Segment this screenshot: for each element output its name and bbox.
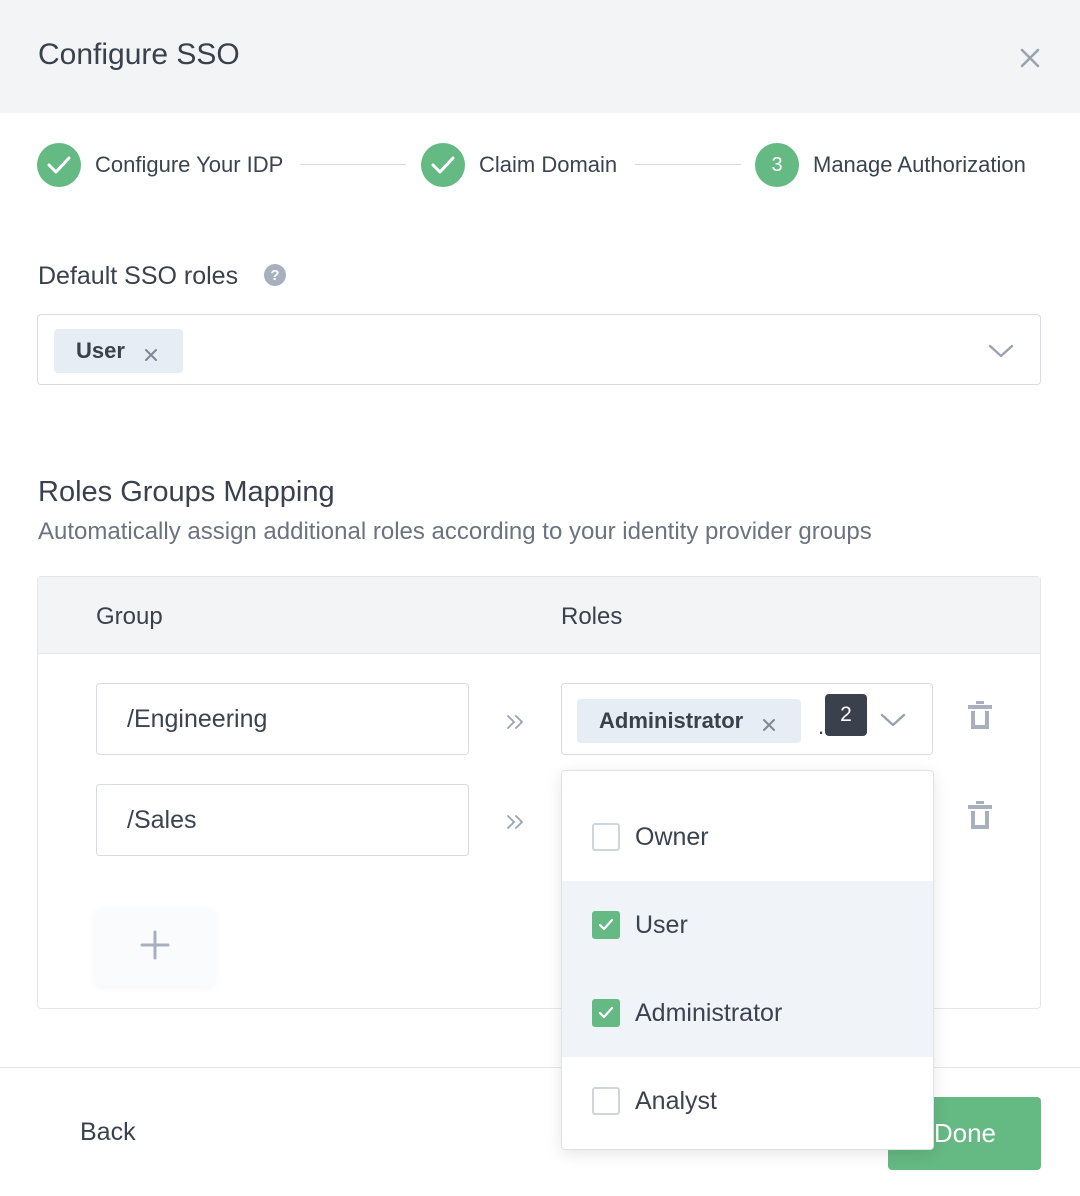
double-chevron-right-icon xyxy=(505,713,527,731)
dropdown-option-owner[interactable]: Owner xyxy=(562,793,933,881)
help-icon[interactable]: ? xyxy=(264,264,286,286)
chevron-down-icon[interactable] xyxy=(988,343,1014,359)
column-group: Group xyxy=(96,603,163,630)
dropdown-option-user[interactable]: User xyxy=(562,881,933,969)
step-manage-authorization: 3 Manage Authorization xyxy=(755,142,1026,188)
role-chip: Administrator xyxy=(577,699,802,743)
option-label: Owner xyxy=(635,822,709,851)
remove-chip-icon[interactable] xyxy=(143,343,159,361)
step-configure-idp: Configure Your IDP xyxy=(37,142,283,188)
checkbox-checked[interactable] xyxy=(592,911,620,939)
step-connector xyxy=(635,164,741,165)
double-chevron-right-icon xyxy=(505,813,527,831)
back-button[interactable]: Back xyxy=(80,1118,136,1147)
dropdown-option-analyst[interactable]: Analyst xyxy=(562,1057,933,1145)
checkbox-checked[interactable] xyxy=(592,999,620,1027)
step-label: Claim Domain xyxy=(479,152,618,177)
plus-icon xyxy=(139,929,171,966)
remove-chip-icon[interactable] xyxy=(761,713,777,731)
roles-dropdown-menu: Owner User Administrator Analyst xyxy=(561,770,934,1150)
roles-select[interactable]: Administrator xyxy=(561,683,933,755)
table-header: Group Roles xyxy=(38,577,1040,654)
option-label: Analyst xyxy=(635,1086,717,1115)
step-claim-domain: Claim Domain xyxy=(421,142,617,188)
group-input[interactable] xyxy=(96,784,469,856)
option-label: Administrator xyxy=(635,998,783,1027)
step-label: Manage Authorization xyxy=(813,152,1026,177)
role-chip: User xyxy=(54,329,183,373)
chevron-down-icon[interactable] xyxy=(880,712,906,728)
trash-icon[interactable] xyxy=(967,700,993,730)
mapping-subtitle: Automatically assign additional roles ac… xyxy=(38,518,872,545)
group-input[interactable] xyxy=(96,683,469,755)
more-count-badge: 2 xyxy=(825,694,867,736)
step-label: Configure Your IDP xyxy=(95,152,284,177)
add-mapping-button[interactable] xyxy=(94,908,216,986)
step-connector xyxy=(300,164,406,165)
check-icon xyxy=(421,143,465,187)
mapping-title: Roles Groups Mapping xyxy=(38,476,335,508)
trash-icon[interactable] xyxy=(967,800,993,830)
checkbox[interactable] xyxy=(592,1087,620,1115)
modal-header: Configure SSO xyxy=(0,0,1080,113)
close-icon[interactable] xyxy=(1014,42,1046,74)
default-roles-select[interactable]: User xyxy=(37,314,1041,385)
modal-title: Configure SSO xyxy=(38,38,240,71)
checkbox[interactable] xyxy=(592,823,620,851)
default-sso-roles-label: Default SSO roles xyxy=(38,262,239,290)
check-icon xyxy=(37,143,81,187)
dropdown-option-administrator[interactable]: Administrator xyxy=(562,969,933,1057)
chip-label: Administrator xyxy=(599,708,744,733)
column-roles: Roles xyxy=(561,603,623,630)
chip-label: User xyxy=(76,338,125,363)
step-number: 3 xyxy=(755,143,799,187)
overflow-dot: . xyxy=(818,714,825,739)
option-label: User xyxy=(635,910,688,939)
